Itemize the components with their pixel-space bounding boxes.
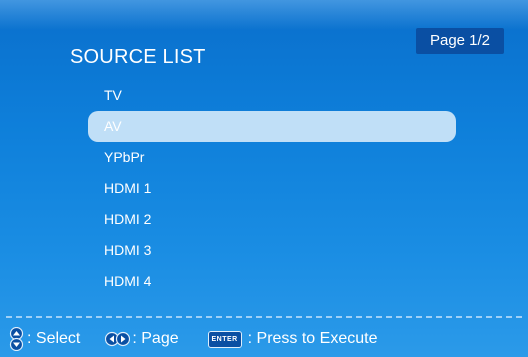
up-down-arrows-icon: [9, 327, 24, 351]
execute-hint: : Press to Execute: [247, 330, 378, 347]
page-hint: : Page: [132, 330, 179, 347]
page-indicator: Page 1/2: [416, 28, 504, 54]
source-item-hdmi-4[interactable]: HDMI 4: [88, 266, 456, 297]
source-item-ypbpr[interactable]: YPbPr: [88, 142, 456, 173]
source-item-hdmi-3[interactable]: HDMI 3: [88, 235, 456, 266]
source-item-av[interactable]: AV: [88, 111, 456, 142]
source-item-tv[interactable]: TV: [88, 80, 456, 111]
footer-divider: [6, 316, 522, 318]
source-item-hdmi-2[interactable]: HDMI 2: [88, 204, 456, 235]
enter-key-icon: ENTER: [207, 330, 242, 348]
source-list: TV AV YPbPr HDMI 1 HDMI 2 HDMI 3 HDMI 4: [88, 80, 456, 297]
left-right-arrows-icon: [105, 331, 131, 347]
source-list-screen: Page 1/2 SOURCE LIST TV AV YPbPr HDMI 1 …: [0, 0, 528, 357]
footer-hints: : Select : Page ENTER : Press to Execute: [8, 326, 377, 352]
source-item-hdmi-1[interactable]: HDMI 1: [88, 173, 456, 204]
select-hint: : Select: [27, 330, 81, 347]
page-title: SOURCE LIST: [70, 46, 206, 68]
